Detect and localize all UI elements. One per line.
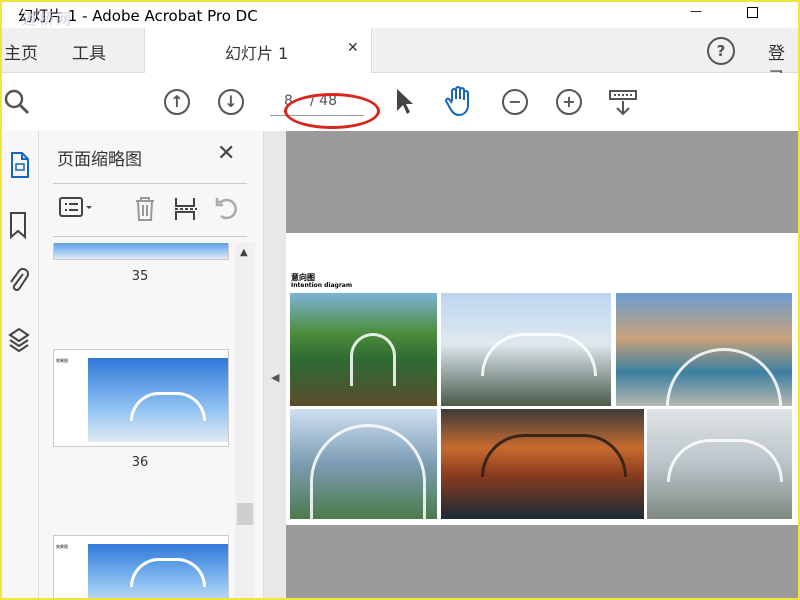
watermark-text: 道桥网 bbox=[22, 10, 74, 28]
toolbar: ↑ ↓ 8 / 48 − + bbox=[2, 73, 798, 132]
next-page-icon[interactable]: ↓ bbox=[218, 89, 244, 115]
panel-toolbar bbox=[53, 183, 247, 237]
help-icon[interactable]: ? bbox=[707, 37, 735, 65]
left-navigation-rail bbox=[2, 131, 39, 598]
thumbnail-scrollbar[interactable]: ▲ bbox=[235, 243, 255, 598]
tab-tools[interactable]: 工具 bbox=[72, 39, 106, 64]
thumbnail-options-icon[interactable] bbox=[59, 196, 97, 225]
thumbnail-caption: 效果图 bbox=[56, 358, 68, 363]
bookmark-icon[interactable] bbox=[8, 211, 30, 244]
thumbnail-page-37[interactable]: 效果图 bbox=[53, 535, 229, 598]
previous-page-bottom bbox=[286, 233, 798, 269]
zoom-in-icon[interactable]: + bbox=[556, 89, 582, 115]
layers-icon[interactable] bbox=[8, 326, 30, 359]
intention-photo-5 bbox=[441, 409, 644, 519]
tab-home[interactable]: 主页 bbox=[4, 39, 38, 64]
close-panel-icon[interactable]: ✕ bbox=[217, 141, 235, 166]
hand-tool-icon[interactable] bbox=[444, 85, 474, 121]
collapse-arrow-icon[interactable]: ◀ bbox=[271, 371, 279, 384]
thumbnail-page-35[interactable] bbox=[53, 243, 229, 260]
page-thumbnails-panel: 页面缩略图 ✕ 35 效果图 36 效果图 ▲ bbox=[39, 131, 264, 598]
rotate-page-icon[interactable] bbox=[213, 196, 241, 227]
search-icon[interactable] bbox=[2, 87, 32, 121]
panel-title: 页面缩略图 bbox=[57, 150, 142, 170]
intention-photo-3 bbox=[616, 293, 792, 406]
thumbnail-page-36[interactable]: 效果图 bbox=[53, 349, 229, 447]
maximize-icon[interactable] bbox=[747, 7, 758, 18]
thumbnail-image bbox=[88, 358, 228, 442]
thumbnail-number: 35 bbox=[131, 269, 149, 284]
previous-page-icon[interactable]: ↑ bbox=[164, 89, 190, 115]
thumbnail-list[interactable]: 35 效果图 36 效果图 bbox=[39, 243, 235, 598]
intention-photo-4 bbox=[290, 409, 437, 519]
document-page: 意向图 Intention diagram bbox=[286, 268, 798, 525]
attachment-icon[interactable] bbox=[8, 266, 30, 301]
intention-photo-6 bbox=[647, 409, 792, 519]
thumbnail-number: 36 bbox=[131, 455, 149, 470]
scroll-up-icon[interactable]: ▲ bbox=[240, 247, 248, 258]
thumbnail-image bbox=[88, 544, 228, 598]
tab-document[interactable]: 幻灯片 1 ✕ bbox=[144, 28, 372, 73]
extract-page-icon[interactable] bbox=[173, 196, 199, 227]
tab-document-label: 幻灯片 1 bbox=[225, 44, 289, 63]
title-bar: 幻灯片 1 - Adobe Acrobat Pro DC 道桥网 — bbox=[2, 2, 798, 28]
scrollbar-thumb[interactable] bbox=[237, 503, 253, 525]
select-arrow-icon[interactable] bbox=[394, 87, 414, 121]
delete-page-icon[interactable] bbox=[133, 196, 157, 227]
document-viewport[interactable]: 意向图 Intention diagram bbox=[286, 131, 798, 598]
red-circle-annotation bbox=[284, 93, 380, 129]
tab-bar: 主页 工具 幻灯片 1 ✕ ? 登录 bbox=[2, 28, 798, 89]
fit-page-icon[interactable] bbox=[608, 89, 638, 121]
intention-photo-1 bbox=[290, 293, 437, 406]
intention-photo-2 bbox=[441, 293, 611, 406]
close-tab-icon[interactable]: ✕ bbox=[347, 40, 359, 56]
panel-collapse-handle[interactable]: ◀ bbox=[264, 131, 286, 598]
zoom-out-icon[interactable]: − bbox=[502, 89, 528, 115]
thumbnail-caption: 效果图 bbox=[56, 544, 68, 549]
page-heading-en: Intention diagram bbox=[291, 282, 353, 289]
minimize-icon[interactable]: — bbox=[690, 4, 702, 18]
page-thumbnails-icon[interactable] bbox=[8, 151, 30, 184]
